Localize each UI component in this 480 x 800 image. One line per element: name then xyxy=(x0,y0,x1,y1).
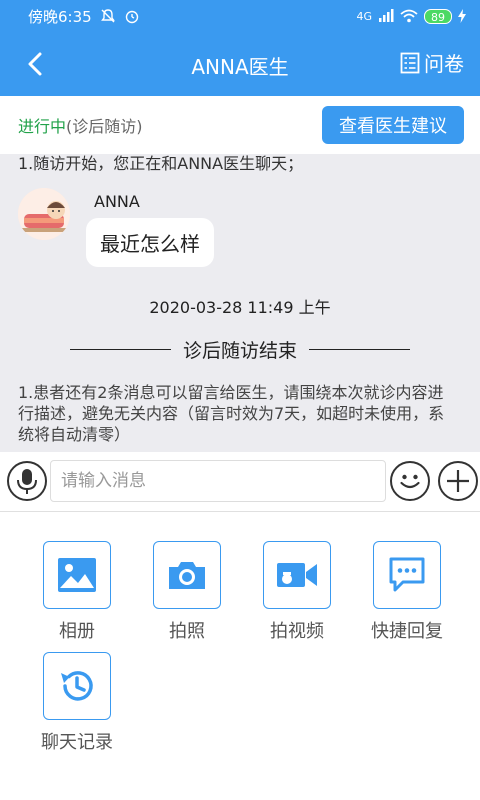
chat-history-tool-box[interactable] xyxy=(43,652,111,720)
photo-tool-box[interactable] xyxy=(153,541,221,609)
avatar[interactable] xyxy=(18,188,70,240)
video-tool[interactable]: 拍视频 xyxy=(252,541,342,643)
image-icon xyxy=(58,558,96,592)
divider-label: 诊后随访结束 xyxy=(183,340,298,362)
status-type: (诊后随访) xyxy=(66,117,143,136)
document-list-icon xyxy=(400,52,420,73)
quick-reply-label: 快捷回复 xyxy=(371,621,443,642)
photo-label: 拍照 xyxy=(169,621,205,642)
chevron-left-icon xyxy=(28,52,42,76)
plus-icon xyxy=(447,470,469,492)
view-doctor-advice-button[interactable]: 查看医生建议 xyxy=(322,106,464,144)
more-button[interactable] xyxy=(438,461,478,501)
status-state: 进行中 xyxy=(18,117,67,136)
divider-line-right xyxy=(309,349,411,350)
video-tool-box[interactable] xyxy=(263,541,331,609)
back-button[interactable] xyxy=(20,48,52,80)
video-label: 拍视频 xyxy=(270,621,324,642)
message-timestamp: 2020-03-28 11:49 上午 xyxy=(149,298,331,317)
microphone-icon xyxy=(17,469,37,494)
history-icon xyxy=(61,671,93,701)
message-input[interactable] xyxy=(50,460,386,502)
video-camera-icon xyxy=(277,563,317,587)
signal-icon xyxy=(379,9,394,22)
album-label: 相册 xyxy=(59,621,95,642)
system-message-bottom: 1.患者还有2条消息可以留言给医生，请围绕本次就诊内容进行描述，避免无关内容（留… xyxy=(18,383,445,444)
chat-area[interactable]: 1.随访开始，您正在和ANNA医生聊天； ANNA 最近怎么样 2020-03-… xyxy=(0,154,480,452)
chat-history-tool[interactable]: 聊天记录 xyxy=(32,652,122,754)
voice-button[interactable] xyxy=(7,461,47,501)
divider-line-left xyxy=(70,349,171,350)
status-bar: 傍晚6:35 4G 89 xyxy=(0,0,480,32)
questionnaire-label: 问卷 xyxy=(424,52,464,76)
network-label: 4G xyxy=(356,9,372,23)
followup-end-divider: 诊后随访结束 xyxy=(70,336,411,363)
charging-icon xyxy=(458,9,466,23)
bell-off-icon xyxy=(100,9,115,23)
header-bar: ANNA医生 问卷 xyxy=(0,32,480,96)
photo-tool[interactable]: 拍照 xyxy=(142,541,232,643)
wifi-icon xyxy=(400,9,418,23)
emoji-button[interactable] xyxy=(390,461,430,501)
chat-bubble-icon xyxy=(389,557,425,592)
quick-reply-tool-box[interactable] xyxy=(373,541,441,609)
album-tool[interactable]: 相册 xyxy=(32,541,122,643)
message-bubble[interactable]: 最近怎么样 xyxy=(86,218,214,267)
quick-reply-tool[interactable]: 快捷回复 xyxy=(362,541,452,643)
camera-icon xyxy=(169,562,205,589)
sender-name: ANNA xyxy=(94,192,140,211)
smiley-icon xyxy=(400,474,420,489)
alarm-icon xyxy=(125,10,138,24)
battery-indicator: 89 xyxy=(424,8,452,24)
chat-history-label: 聊天记录 xyxy=(41,732,113,753)
album-tool-box[interactable] xyxy=(43,541,111,609)
system-message-top: 1.随访开始，您正在和ANNA医生聊天； xyxy=(18,154,304,173)
clock: 傍晚6:35 xyxy=(28,7,92,26)
doctor-avatar-image xyxy=(18,188,70,240)
questionnaire-button[interactable]: 问卷 xyxy=(400,48,464,77)
message-input-bar xyxy=(0,452,480,512)
